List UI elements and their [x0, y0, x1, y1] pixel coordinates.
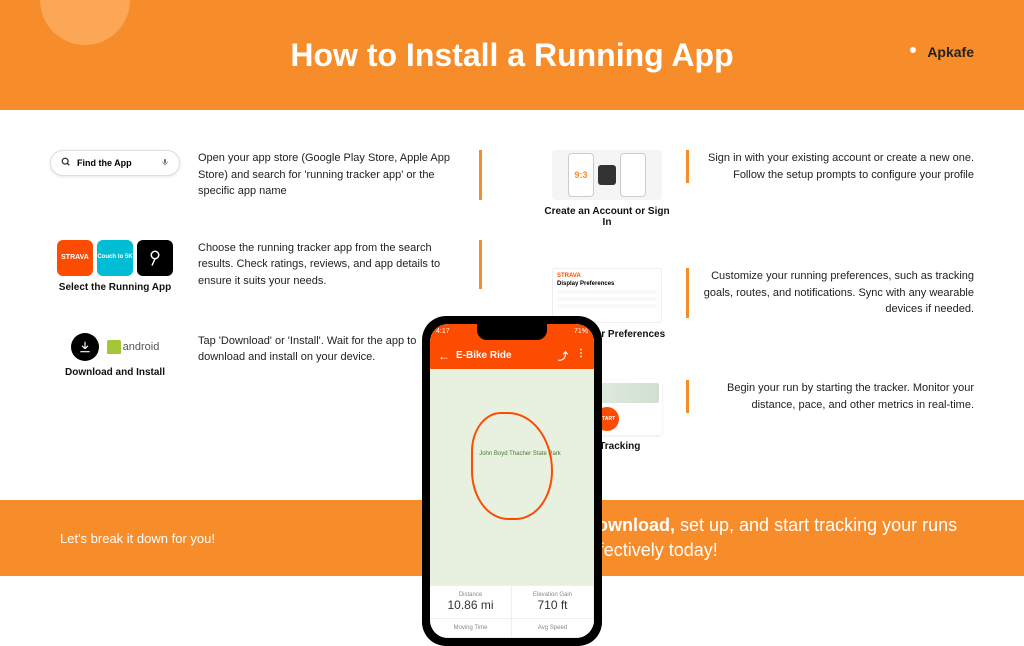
prefs-row: [557, 304, 657, 308]
prefs-brand: STRAVA: [557, 273, 657, 279]
step-prefs-desc: Customize your running preferences, such…: [686, 268, 974, 318]
stat-distance-value: 10.86 mi: [436, 598, 505, 612]
stat-distance: Distance 10.86 mi: [430, 586, 512, 619]
step-tracking-desc: Begin your run by starting the tracker. …: [686, 380, 974, 413]
stat-elev: Elevation Gain 710 ft: [512, 586, 594, 619]
right-column: 9:3 Create an Account or Sign In Sign in…: [542, 150, 974, 500]
prefs-panel-title: Display Preferences: [557, 281, 657, 287]
phone-stats: Distance 10.86 mi Elevation Gain 710 ft …: [430, 585, 594, 638]
search-pill: Find the App: [50, 150, 180, 176]
app-icons-row: STRAVA Couch to 5K: [57, 240, 173, 276]
step-account-label: Create an Account or Sign In: [542, 206, 672, 228]
brand-logo: Apkafe: [905, 44, 974, 60]
mock-phone-right: [620, 153, 646, 197]
step-tracking: START Start Tracking Begin your run by s…: [542, 380, 974, 452]
mic-icon: [161, 157, 169, 170]
brand-icon: [905, 44, 921, 60]
stat-elev-value: 710 ft: [518, 598, 587, 612]
prefs-row: [557, 297, 657, 301]
step-select: STRAVA Couch to 5K Select the Running Ap…: [50, 240, 482, 293]
header: How to Install a Running App Apkafe: [0, 0, 1024, 110]
stat-time: Moving Time: [430, 619, 512, 638]
stat-speed-label: Avg Speed: [518, 625, 587, 631]
download-visual: android Download and Install: [50, 333, 180, 378]
status-time: 4:17: [436, 328, 450, 338]
mock-watch: [598, 165, 616, 185]
status-battery: 71%: [574, 328, 588, 338]
download-icons: android: [71, 333, 160, 361]
prefs-row: [557, 290, 657, 294]
phone-screen: 4:17 71% ← E-Bike Ride ⤴ ⋮ John Boyd Tha…: [430, 324, 594, 638]
step-account-desc: Sign in with your existing account or cr…: [686, 150, 974, 183]
share-icon: ⤴: [558, 348, 568, 363]
step-download: android Download and Install Tap 'Downlo…: [50, 333, 482, 378]
back-icon: ←: [438, 349, 450, 363]
step-account: 9:3 Create an Account or Sign In Sign in…: [542, 150, 974, 228]
park-label: John Boyd Thacher State Park: [479, 451, 561, 458]
search-visual: Find the App: [50, 150, 180, 176]
mock-phone-left: 9:3: [568, 153, 594, 197]
android-icon: [107, 340, 121, 354]
account-visual: 9:3 Create an Account or Sign In: [542, 150, 672, 228]
left-column: Find the App Open your app store (Google…: [50, 150, 482, 500]
select-visual: STRAVA Couch to 5K Select the Running Ap…: [50, 240, 180, 293]
search-text: Find the App: [77, 158, 132, 168]
phone-notch: [477, 324, 547, 340]
phone-actions: ⤴ ⋮: [558, 348, 586, 363]
step-find-desc: Open your app store (Google Play Store, …: [198, 150, 482, 200]
phone-map: John Boyd Thacher State Park: [430, 369, 594, 585]
brand-name: Apkafe: [927, 44, 974, 60]
strava-icon: STRAVA: [57, 240, 93, 276]
decor-circle: [40, 0, 130, 45]
devices-mock: 9:3: [552, 150, 662, 200]
stat-time-label: Moving Time: [436, 625, 505, 631]
footer-left: Let's break it down for you!: [60, 531, 215, 546]
footer-right: Download, set up, and start tracking you…: [584, 513, 964, 563]
android-text: android: [123, 341, 160, 353]
phone-appbar: ← E-Bike Ride ⤴ ⋮: [430, 342, 594, 369]
route-path: [471, 412, 553, 520]
phone-mockup: 4:17 71% ← E-Bike Ride ⤴ ⋮ John Boyd Tha…: [422, 316, 602, 646]
couch-icon: Couch to 5K: [97, 240, 133, 276]
step-download-label: Download and Install: [65, 367, 165, 378]
search-icon: [61, 157, 71, 169]
step-select-label: Select the Running App: [59, 282, 171, 293]
step-find: Find the App Open your app store (Google…: [50, 150, 482, 200]
peloton-icon: [137, 240, 173, 276]
stat-speed: Avg Speed: [512, 619, 594, 638]
step-select-desc: Choose the running tracker app from the …: [198, 240, 482, 290]
download-icon: [71, 333, 99, 361]
android-badge: android: [107, 340, 160, 354]
phone-title: E-Bike Ride: [456, 350, 512, 361]
step-prefs: STRAVA Display Preferences Set Up Your P…: [542, 268, 974, 340]
menu-icon: ⋮: [576, 348, 586, 363]
page-title: How to Install a Running App: [290, 37, 733, 74]
prefs-mock: STRAVA Display Preferences: [552, 268, 662, 323]
